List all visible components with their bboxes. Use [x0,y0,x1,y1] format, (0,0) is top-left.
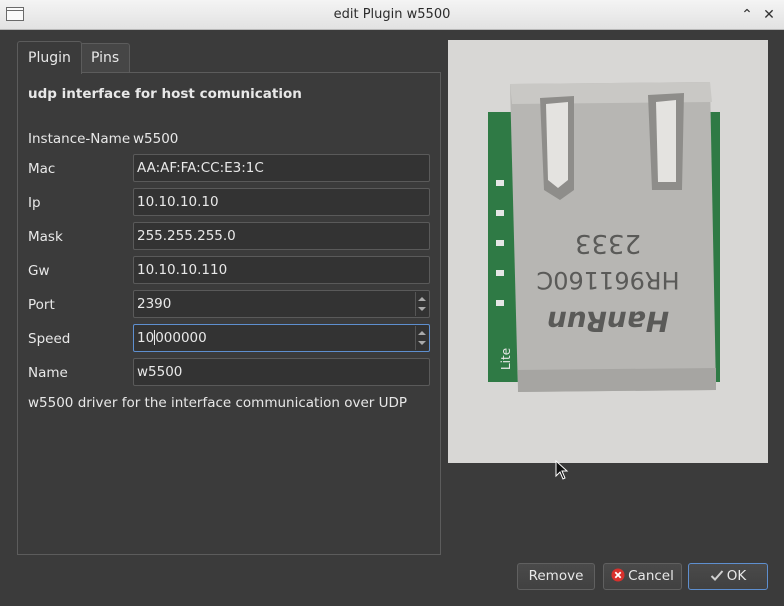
name-field[interactable]: w5500 [133,358,430,386]
mask-field[interactable]: 255.255.255.0 [133,222,430,250]
port-label: Port [28,297,55,313]
rj45-connector-image: 2333 HR961160C HanRun Lite [448,40,768,463]
arrow-up-icon[interactable] [418,331,426,335]
arrow-down-icon[interactable] [418,307,426,311]
plugin-heading: udp interface for host comunication [28,86,302,102]
ok-button[interactable]: OK [688,563,768,590]
remove-button[interactable]: Remove [517,563,595,590]
mac-field[interactable]: AA:AF:FA:CC:E3:1C [133,154,430,182]
speed-label: Speed [28,331,71,347]
plugin-description: w5500 driver for the interface communica… [28,395,408,411]
ip-field[interactable]: 10.10.10.10 [133,188,430,216]
speed-spinbox[interactable]: 10000000 [133,324,430,352]
speed-stepper[interactable] [415,326,428,350]
checkmark-icon [710,570,723,581]
speed-value-tail: 000000 [155,330,207,346]
arrow-up-icon[interactable] [418,297,426,301]
gw-field[interactable]: 10.10.10.110 [133,256,430,284]
remove-label: Remove [528,568,584,584]
speed-value-head: 10 [137,330,155,346]
ip-label: Ip [28,195,41,211]
arrow-down-icon[interactable] [418,341,426,345]
marking-part: HR961160C [536,266,679,294]
mouse-pointer-icon [555,460,569,480]
plugin-photo: 2333 HR961160C HanRun Lite [448,40,768,463]
cancel-button[interactable]: Cancel [603,563,682,590]
instance-name-value: w5500 [133,131,179,147]
collapse-icon[interactable]: ⌃ [737,5,757,25]
mask-label: Mask [28,229,63,245]
gw-label: Gw [28,263,50,279]
cancel-icon [611,568,625,582]
window-title: edit Plugin w5500 [333,7,451,22]
port-spinbox[interactable]: 2390 [133,290,430,318]
ok-label: OK [726,568,747,584]
marking-side: Lite [499,348,513,370]
tab-plugin[interactable]: Plugin [17,41,82,74]
marking-top: 2333 [575,228,641,258]
instance-name-label: Instance-Name [28,131,131,147]
port-value: 2390 [137,296,172,312]
plugin-panel: udp interface for host comunication Inst… [17,72,441,555]
mac-label: Mac [28,161,56,177]
marking-brand: HanRun [547,305,669,338]
name-label: Name [28,365,68,381]
port-stepper[interactable] [415,292,428,316]
cancel-label: Cancel [628,568,674,584]
close-icon[interactable]: ✕ [759,5,779,25]
tab-pins[interactable]: Pins [80,43,131,73]
title-bar: edit Plugin w5500 ⌃ ✕ [0,0,784,30]
